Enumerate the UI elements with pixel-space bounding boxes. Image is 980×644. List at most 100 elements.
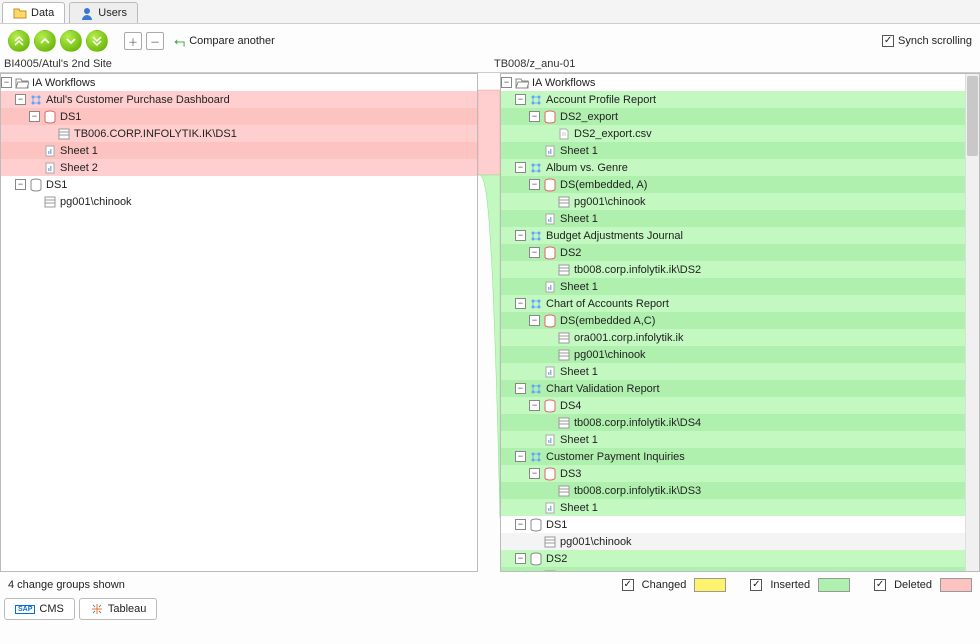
tree-row[interactable]: ora001.corp.infolytik.ik xyxy=(501,329,965,346)
swatch xyxy=(694,578,726,592)
tree-item-label: Atul's Customer Purchase Dashboard xyxy=(46,94,473,106)
left-tree[interactable]: −IA Workflows−Atul's Customer Purchase D… xyxy=(1,74,477,571)
tree-row[interactable]: −DS3 xyxy=(501,465,965,482)
nav-up[interactable] xyxy=(34,30,56,52)
toggle-icon[interactable]: − xyxy=(529,400,540,411)
legend-item[interactable]: Deleted xyxy=(874,578,972,592)
ds-icon xyxy=(43,110,57,124)
tree-row[interactable]: − Atul's Customer Purchase Dashboard xyxy=(1,91,477,108)
tree-row[interactable]: −DS1 xyxy=(1,108,477,125)
tree-row[interactable]: pg001\chinook xyxy=(501,346,965,363)
tab-data[interactable]: Data xyxy=(2,2,65,23)
tree-row[interactable]: −Account Profile Report xyxy=(501,91,965,108)
db-icon xyxy=(557,331,571,345)
tree-row[interactable]: −DS(embedded A,C) xyxy=(501,312,965,329)
toggle-icon[interactable]: − xyxy=(1,77,12,88)
toggle-icon[interactable]: − xyxy=(15,179,26,190)
sheet-icon xyxy=(543,280,557,294)
tree-row[interactable]: −IA Workflows xyxy=(501,74,965,91)
tree-row[interactable]: −DS2_export xyxy=(501,108,965,125)
tree-item-label: Sheet 1 xyxy=(560,145,961,157)
tree-row[interactable]: Sheet 1 xyxy=(501,499,965,516)
toggle-icon[interactable]: − xyxy=(529,247,540,258)
tab-cms[interactable]: SAP CMS xyxy=(4,598,75,620)
toggle-icon[interactable]: − xyxy=(515,451,526,462)
tree-row[interactable]: pg001\chinook xyxy=(501,193,965,210)
toggle-icon[interactable]: − xyxy=(501,77,512,88)
tree-row[interactable]: Sheet 1 xyxy=(501,431,965,448)
tab-tableau[interactable]: Tableau xyxy=(79,598,158,620)
toggle-icon[interactable]: − xyxy=(15,94,26,105)
tree-row[interactable]: Sheet 1 xyxy=(501,363,965,380)
tree-row[interactable]: Sheet 2 xyxy=(1,159,477,176)
toggle-icon[interactable]: − xyxy=(515,553,526,564)
tree-row[interactable]: − DS2 xyxy=(501,244,965,261)
minus-icon: － xyxy=(150,34,160,49)
tree-row[interactable]: −Album vs. Genre xyxy=(501,159,965,176)
expand-all[interactable]: ＋ xyxy=(124,32,142,50)
tree-row[interactable]: Sheet 1 xyxy=(501,210,965,227)
tree-row[interactable]: ora001.corp.infolytik.ik xyxy=(501,567,965,571)
toggle-icon[interactable]: − xyxy=(515,519,526,530)
toggle-icon[interactable]: − xyxy=(29,111,40,122)
toggle-icon[interactable]: − xyxy=(529,179,540,190)
toggle-icon[interactable]: − xyxy=(515,383,526,394)
tree-row[interactable]: −DS1 xyxy=(1,176,477,193)
tab-label: Tableau xyxy=(108,603,147,615)
toggle-icon[interactable]: − xyxy=(529,111,540,122)
scrollbar-thumb[interactable] xyxy=(967,76,978,156)
tree-row[interactable]: −Chart of Accounts Report xyxy=(501,295,965,312)
tab-users[interactable]: Users xyxy=(69,2,138,23)
cyl-icon xyxy=(529,518,543,532)
sheet-icon xyxy=(543,144,557,158)
synch-scrolling[interactable]: Synch scrolling xyxy=(882,35,972,47)
legend-item[interactable]: Changed xyxy=(622,578,727,592)
tree-row[interactable]: − Budget Adjustments Journal xyxy=(501,227,965,244)
tree-row[interactable]: Sheet 1 xyxy=(1,142,477,159)
tree-row[interactable]: Sheet 1 xyxy=(501,142,965,159)
collapse-all[interactable]: － xyxy=(146,32,164,50)
tree-row[interactable]: −Chart Validation Report xyxy=(501,380,965,397)
right-tree[interactable]: −IA Workflows−Account Profile Report−DS2… xyxy=(501,74,965,571)
toggle-icon[interactable]: − xyxy=(529,315,540,326)
tree-item-label: Sheet 1 xyxy=(560,281,961,293)
tree-row[interactable]: −DS4 xyxy=(501,397,965,414)
sheet-icon xyxy=(543,365,557,379)
right-site-label: TB008/z_anu-01 xyxy=(494,58,976,70)
status-text: 4 change groups shown xyxy=(8,579,125,591)
tree-row[interactable]: pg001\chinook xyxy=(501,533,965,550)
tree-item-label: DS2 xyxy=(560,247,961,259)
nav-down-double[interactable] xyxy=(86,30,108,52)
tree-row[interactable]: −DS2 xyxy=(501,550,965,567)
tree-row[interactable]: Sheet 1 xyxy=(501,278,965,295)
workflow-icon xyxy=(529,297,543,311)
toggle-icon[interactable]: − xyxy=(515,94,526,105)
tree-row[interactable]: −Customer Payment Inquiries xyxy=(501,448,965,465)
tree-row[interactable]: tb008.corp.infolytik.ik\DS4 xyxy=(501,414,965,431)
toggle-icon[interactable]: − xyxy=(515,162,526,173)
tree-row[interactable]: −DS1 xyxy=(501,516,965,533)
legend-item[interactable]: Inserted xyxy=(750,578,850,592)
site-labels: BI4005/Atul's 2nd Site TB008/z_anu-01 xyxy=(0,58,980,72)
compare-another[interactable]: ⮢ Compare another xyxy=(174,33,275,50)
tree-item-label: pg001\chinook xyxy=(560,536,961,548)
toggle-icon[interactable]: − xyxy=(515,298,526,309)
nav-up-double[interactable] xyxy=(8,30,30,52)
sheet-icon xyxy=(543,212,557,226)
tree-row[interactable]: pg001\chinook xyxy=(1,193,477,210)
toggle-icon[interactable]: − xyxy=(515,230,526,241)
nav-down[interactable] xyxy=(60,30,82,52)
scrollbar[interactable] xyxy=(965,74,979,571)
tree-row[interactable]: TB006.CORP.INFOLYTIK.IK\DS1 xyxy=(1,125,477,142)
toggle-icon[interactable]: − xyxy=(529,468,540,479)
tree-row[interactable]: −DS(embedded, A) xyxy=(501,176,965,193)
tree-item-label: Sheet 1 xyxy=(60,145,473,157)
tree-row[interactable]: tb008.corp.infolytik.ik\DS3 xyxy=(501,482,965,499)
ds-icon xyxy=(543,314,557,328)
tree-row[interactable]: tb008.corp.infolytik.ik\DS2 xyxy=(501,261,965,278)
cyl-icon xyxy=(529,552,543,566)
tree-row[interactable]: DS2_export.csv xyxy=(501,125,965,142)
toolbar: ＋ － ⮢ Compare another Synch scrolling xyxy=(0,24,980,58)
tree-row[interactable]: −IA Workflows xyxy=(1,74,477,91)
tree-item-label: Budget Adjustments Journal xyxy=(546,230,961,242)
